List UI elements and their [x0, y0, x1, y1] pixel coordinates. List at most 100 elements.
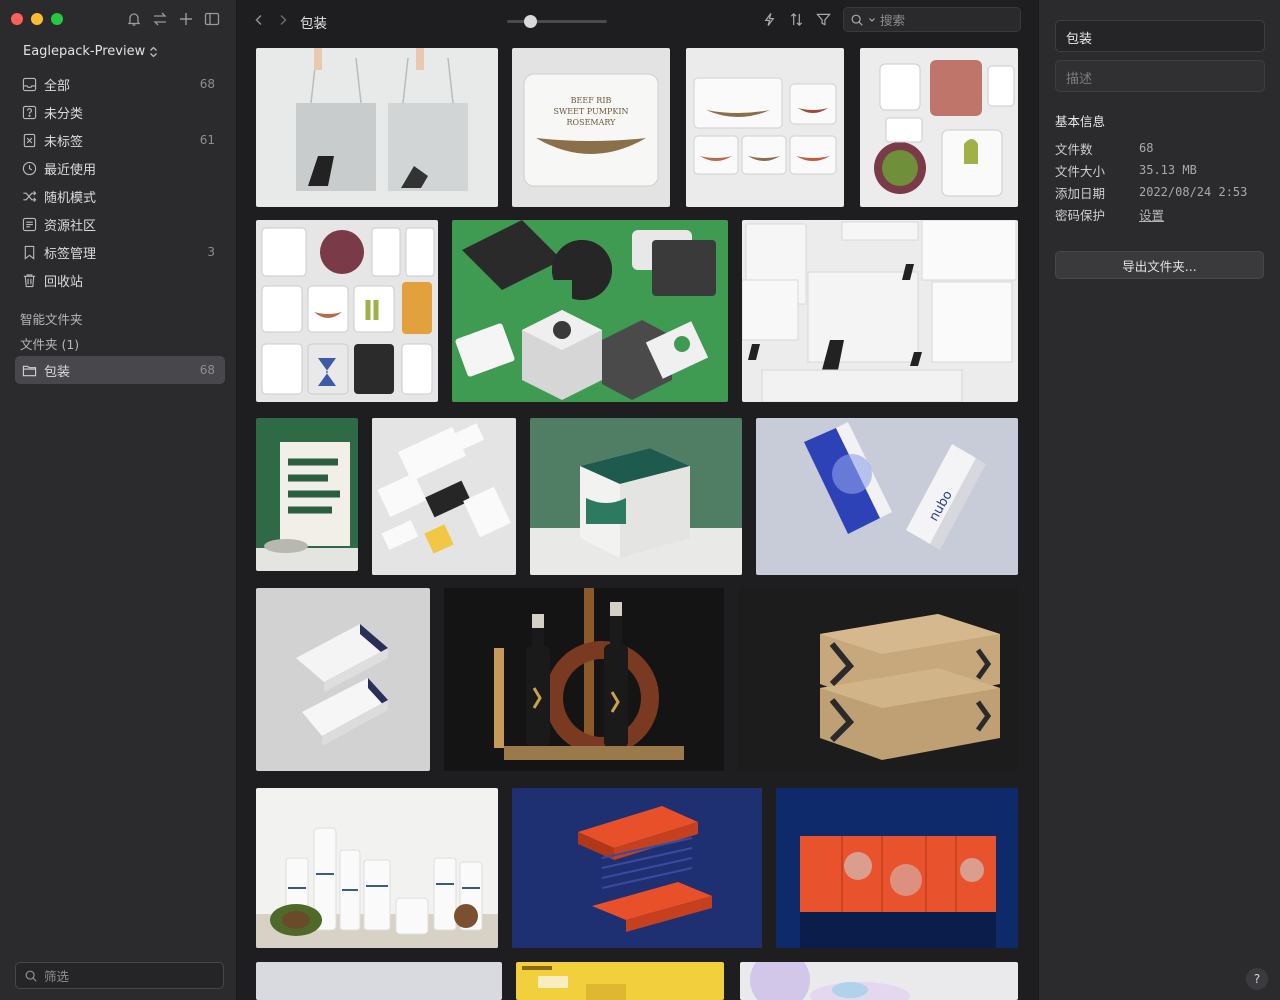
white-boxes-image: [296, 624, 388, 746]
image-thumbnail[interactable]: [530, 418, 742, 575]
shopping-bags-image: [296, 48, 468, 191]
image-thumbnail[interactable]: [512, 788, 762, 948]
zoom-slider-knob[interactable]: [524, 15, 538, 28]
svg-text:SWEET PUMPKIN: SWEET PUMPKIN: [554, 107, 629, 116]
info-row-file-size: 文件大小 35.13 MB: [1055, 159, 1265, 181]
product-cards-image: [372, 418, 516, 575]
sidebar-item-label: 随机模式: [44, 190, 97, 206]
filter-input[interactable]: 筛选: [15, 962, 224, 989]
sidebar-toolbar: [126, 11, 220, 27]
meal-box-image: BEEF RIB SWEET PUMPKIN ROSEMARY: [523, 73, 659, 187]
search-icon: [25, 970, 37, 982]
toolbar-icons: [762, 12, 831, 27]
sidebar-item-tags[interactable]: 标签管理 3: [15, 238, 225, 266]
forward-arrow-icon[interactable]: [276, 13, 290, 27]
image-thumbnail[interactable]: [686, 48, 844, 207]
sidebar-item-trash[interactable]: 回收站: [15, 266, 225, 294]
folder-name-field[interactable]: 包装: [1055, 20, 1265, 52]
sidebar-item-random[interactable]: 随机模式: [15, 182, 225, 210]
tag-icon: [24, 245, 35, 260]
window-controls: [11, 13, 63, 25]
zoom-slider[interactable]: [507, 15, 607, 28]
info-key: 密码保护: [1055, 207, 1106, 223]
minimize-window-button[interactable]: [31, 13, 43, 25]
help-button[interactable]: ?: [1246, 968, 1268, 990]
zoom-window-button[interactable]: [51, 13, 63, 25]
sidebar-item-label: 回收站: [44, 274, 84, 290]
sidebar-item-label: 标签管理: [44, 246, 97, 262]
untagged-icon: [23, 133, 36, 147]
sidebar-item-all[interactable]: 全部 68: [15, 70, 225, 98]
image-thumbnail[interactable]: [256, 788, 498, 948]
image-thumbnail[interactable]: [452, 220, 728, 402]
sidebar-item-label: 未标签: [44, 134, 84, 150]
image-thumbnail[interactable]: [516, 962, 724, 1000]
description-field[interactable]: 描述: [1055, 60, 1265, 92]
sidebar-item-label: 最近使用: [44, 162, 97, 178]
folder-icon: [22, 365, 37, 376]
sidebar-item-community[interactable]: 资源社区: [15, 210, 225, 238]
image-thumbnail[interactable]: [256, 48, 498, 207]
sidebar-item-uncategorized[interactable]: 未分类: [15, 98, 225, 126]
filter-placeholder: 筛选: [44, 969, 70, 984]
trash-icon: [23, 273, 36, 287]
sidebar-item-label: 全部: [44, 78, 71, 94]
sidebar-item-count: 61: [199, 133, 215, 147]
image-thumbnail[interactable]: BEEF RIB SWEET PUMPKIN ROSEMARY: [512, 48, 670, 207]
info-row-password: 密码保护 设置: [1055, 203, 1265, 225]
sort-icon[interactable]: [789, 12, 804, 27]
sidebar-item-label: 资源社区: [44, 218, 97, 234]
page-title: 包装: [300, 16, 327, 32]
sidebar-item-recent[interactable]: 最近使用: [15, 154, 225, 182]
sync-icon[interactable]: [152, 11, 168, 27]
community-icon: [22, 217, 37, 231]
sidebar-item-count: 68: [199, 77, 215, 91]
sidebar-toggle-icon[interactable]: [204, 11, 220, 27]
folders-heading[interactable]: 文件夹 (1): [15, 331, 225, 356]
image-thumbnail[interactable]: [860, 48, 1018, 207]
image-thumbnail[interactable]: [256, 588, 430, 771]
image-thumbnail[interactable]: [742, 220, 1018, 402]
search-input[interactable]: 搜索: [843, 7, 1021, 32]
iridescent-bottle-image: [750, 962, 910, 1000]
bell-icon[interactable]: [126, 11, 142, 27]
lightning-filter-icon[interactable]: [762, 12, 777, 27]
image-thumbnail[interactable]: [738, 588, 1018, 771]
sidebar-item-untagged[interactable]: 未标签 61: [15, 126, 225, 154]
image-thumbnail[interactable]: [256, 220, 438, 402]
inspector-panel: 包装 描述 基本信息 文件数 68 文件大小 35.13 MB 添加日期 202…: [1038, 0, 1280, 1000]
info-section-title: 基本信息: [1055, 114, 1106, 129]
info-value: 68: [1139, 141, 1154, 155]
plus-icon[interactable]: [178, 11, 194, 27]
filter-funnel-icon[interactable]: [816, 12, 831, 27]
toolbar: 包装 搜索: [237, 0, 1038, 40]
image-thumbnail[interactable]: [372, 418, 516, 575]
image-thumbnail[interactable]: [256, 418, 358, 571]
info-key: 添加日期: [1055, 185, 1106, 201]
sidebar: Eaglepack-Preview 全部 68 未分类 未标签 61 最近使用 …: [0, 0, 237, 1000]
orange-box-stack-image: [512, 788, 762, 948]
sidebar-item-count: 3: [207, 245, 215, 259]
meal-box-set-image: [693, 77, 837, 175]
image-thumbnail[interactable]: [776, 788, 1018, 948]
image-thumbnail[interactable]: nubo: [756, 418, 1018, 575]
library-switcher[interactable]: Eaglepack-Preview: [23, 44, 158, 59]
folder-item-packaging[interactable]: 包装 68: [15, 356, 225, 384]
image-thumbnail[interactable]: [444, 588, 724, 771]
export-folder-button[interactable]: 导出文件夹...: [1055, 251, 1264, 279]
search-icon: [851, 14, 863, 26]
set-password-link[interactable]: 设置: [1139, 205, 1164, 224]
info-row-date-added: 添加日期 2022/08/24 2:53: [1055, 181, 1265, 203]
salad-boxes-image: [874, 60, 1015, 197]
image-thumbnail[interactable]: [256, 962, 502, 1000]
coffee-packaging-image: [455, 220, 716, 400]
image-thumbnail[interactable]: [740, 962, 1018, 1000]
shuffle-icon: [23, 190, 37, 202]
info-row-file-count: 文件数 68: [1055, 137, 1265, 159]
back-arrow-icon[interactable]: [252, 13, 266, 27]
info-value: 2022/08/24 2:53: [1139, 185, 1248, 199]
close-window-button[interactable]: [11, 13, 23, 25]
search-placeholder: 搜索: [880, 13, 906, 28]
smart-folders-heading[interactable]: 智能文件夹: [15, 306, 225, 331]
product-box-image: [530, 448, 742, 575]
